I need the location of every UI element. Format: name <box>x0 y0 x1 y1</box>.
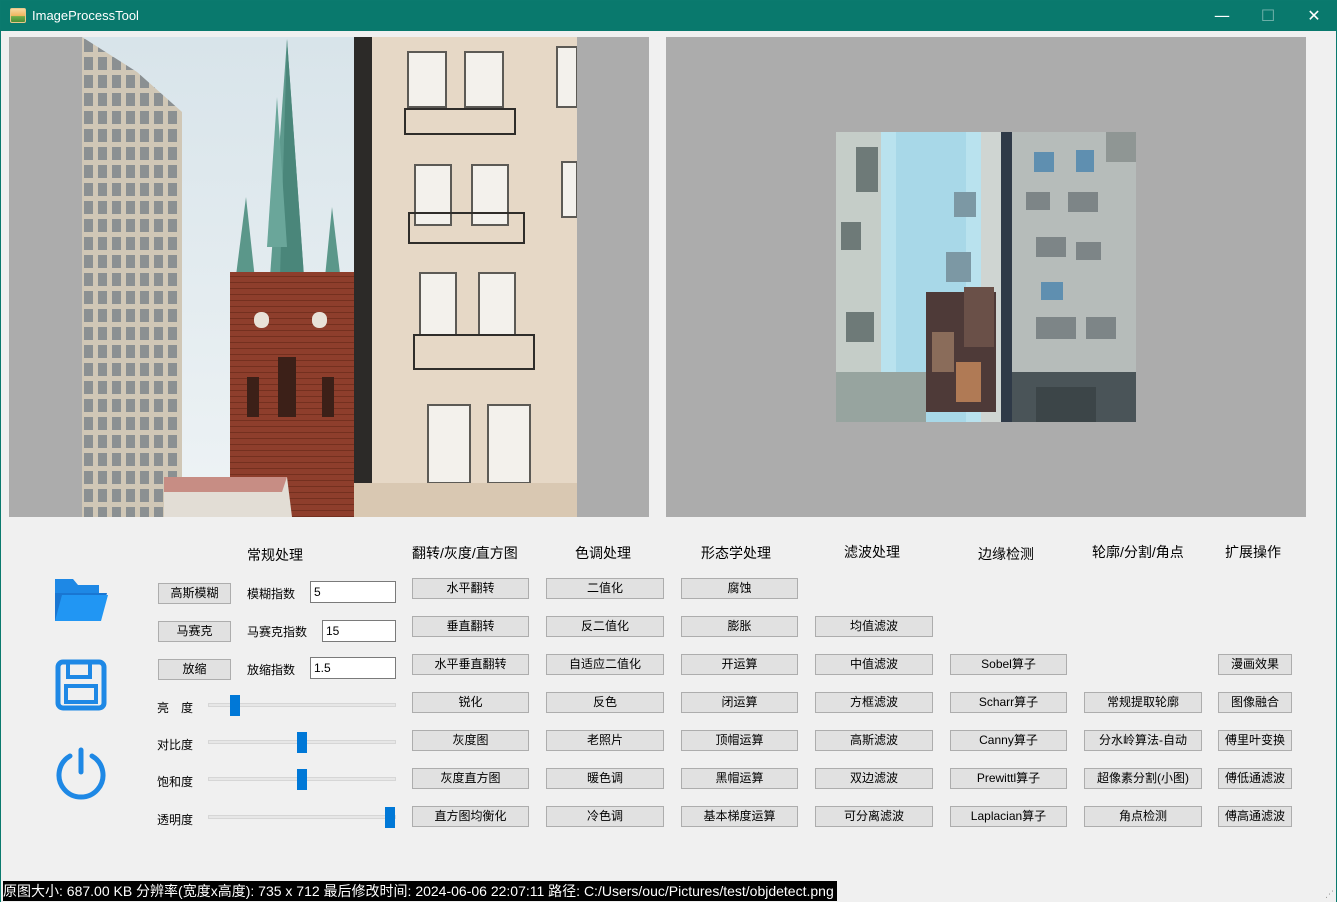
black-hat-button[interactable]: 黑帽运算 <box>681 768 798 789</box>
section-edge: 边缘检测 <box>978 546 1034 562</box>
window-title: ImageProcessTool <box>32 8 139 23</box>
sharpen-button[interactable]: 锐化 <box>412 692 529 713</box>
top-hat-button[interactable]: 顶帽运算 <box>681 730 798 751</box>
fourier-lowpass-button[interactable]: 傅低通滤波 <box>1218 768 1292 789</box>
scharr-button[interactable]: Scharr算子 <box>950 692 1067 713</box>
contrast-label: 对比度 <box>157 738 194 752</box>
section-extend: 扩展操作 <box>1225 544 1281 560</box>
saturation-slider-thumb[interactable] <box>297 769 307 790</box>
laplacian-button[interactable]: Laplacian算子 <box>950 806 1067 827</box>
source-image <box>82 37 577 517</box>
section-contour: 轮廓/分割/角点 <box>1092 544 1184 560</box>
gaussian-filter-button[interactable]: 高斯滤波 <box>815 730 933 751</box>
section-general: 常规处理 <box>247 547 303 563</box>
blur-index-input[interactable]: 5 <box>310 581 396 603</box>
resize-grip-icon[interactable]: ⋰ <box>1325 890 1334 900</box>
app-window: ImageProcessTool — ☐ ✕ 常规处理 翻转/灰度/直方图 色调… <box>0 0 1337 902</box>
section-tone: 色调处理 <box>575 545 631 561</box>
warm-tone-button[interactable]: 暖色调 <box>546 768 664 789</box>
opacity-slider[interactable] <box>208 807 396 828</box>
saturation-slider[interactable] <box>208 769 396 790</box>
scale-index-label: 放缩指数 <box>247 663 296 677</box>
canny-button[interactable]: Canny算子 <box>950 730 1067 751</box>
prewitt-button[interactable]: Prewittl算子 <box>950 768 1067 789</box>
gaussian-blur-button[interactable]: 高斯模糊 <box>158 583 231 604</box>
closing-button[interactable]: 闭运算 <box>681 692 798 713</box>
superpixel-button[interactable]: 超像素分割(小图) <box>1084 768 1202 789</box>
grayscale-button[interactable]: 灰度图 <box>412 730 529 751</box>
section-filter: 滤波处理 <box>844 544 900 560</box>
folder-open-icon[interactable] <box>53 573 109 623</box>
old-photo-button[interactable]: 老照片 <box>546 730 664 751</box>
opening-button[interactable]: 开运算 <box>681 654 798 675</box>
mosaic-button[interactable]: 马赛克 <box>158 621 231 642</box>
minimize-button[interactable]: — <box>1199 1 1245 31</box>
sobel-button[interactable]: Sobel算子 <box>950 654 1067 675</box>
maximize-button[interactable]: ☐ <box>1245 1 1291 31</box>
fourier-transform-button[interactable]: 傅里叶变换 <box>1218 730 1292 751</box>
watershed-button[interactable]: 分水岭算法-自动 <box>1084 730 1202 751</box>
flip-both-button[interactable]: 水平垂直翻转 <box>412 654 529 675</box>
status-text: 原图大小: 687.00 KB 分辨率(宽度x高度): 735 x 712 最后… <box>3 881 837 901</box>
erode-button[interactable]: 腐蚀 <box>681 578 798 599</box>
image-blend-button[interactable]: 图像融合 <box>1218 692 1292 713</box>
close-button[interactable]: ✕ <box>1291 1 1337 31</box>
bilateral-filter-button[interactable]: 双边滤波 <box>815 768 933 789</box>
flip-horizontal-button[interactable]: 水平翻转 <box>412 578 529 599</box>
dilate-button[interactable]: 膨胀 <box>681 616 798 637</box>
fourier-highpass-button[interactable]: 傅高通滤波 <box>1218 806 1292 827</box>
corner-detect-button[interactable]: 角点检测 <box>1084 806 1202 827</box>
status-bar: 原图大小: 687.00 KB 分辨率(宽度x高度): 735 x 712 最后… <box>1 881 1336 902</box>
extract-contour-button[interactable]: 常规提取轮廓 <box>1084 692 1202 713</box>
opacity-slider-thumb[interactable] <box>385 807 395 828</box>
contrast-slider[interactable] <box>208 732 396 753</box>
histogram-equalize-button[interactable]: 直方图均衡化 <box>412 806 529 827</box>
opacity-label: 透明度 <box>157 813 194 827</box>
result-image <box>836 132 1136 422</box>
inverse-binarize-button[interactable]: 反二值化 <box>546 616 664 637</box>
scale-index-input[interactable]: 1.5 <box>310 657 396 679</box>
gray-histogram-button[interactable]: 灰度直方图 <box>412 768 529 789</box>
flip-vertical-button[interactable]: 垂直翻转 <box>412 616 529 637</box>
section-flip-gray-hist: 翻转/灰度/直方图 <box>412 545 518 561</box>
binarize-button[interactable]: 二值化 <box>546 578 664 599</box>
brightness-slider-thumb[interactable] <box>230 695 241 716</box>
separable-filter-button[interactable]: 可分离滤波 <box>815 806 933 827</box>
saturation-label: 饱和度 <box>157 775 194 789</box>
section-morphology: 形态学处理 <box>701 545 771 561</box>
cool-tone-button[interactable]: 冷色调 <box>546 806 664 827</box>
power-icon[interactable] <box>54 746 108 800</box>
title-bar: ImageProcessTool — ☐ ✕ <box>1 1 1337 31</box>
contrast-slider-thumb[interactable] <box>297 732 307 753</box>
save-icon[interactable] <box>55 659 107 711</box>
scale-button[interactable]: 放缩 <box>158 659 231 680</box>
cartoon-effect-button[interactable]: 漫画效果 <box>1218 654 1292 675</box>
adaptive-binarize-button[interactable]: 自适应二值化 <box>546 654 664 675</box>
result-image-panel <box>666 37 1306 517</box>
brightness-label: 亮 度 <box>157 701 194 715</box>
blur-index-label: 模糊指数 <box>247 587 296 601</box>
app-icon <box>10 8 26 23</box>
source-image-panel <box>9 37 649 517</box>
mosaic-index-input[interactable]: 15 <box>322 620 396 642</box>
mean-filter-button[interactable]: 均值滤波 <box>815 616 933 637</box>
morph-gradient-button[interactable]: 基本梯度运算 <box>681 806 798 827</box>
mosaic-index-label: 马赛克指数 <box>247 625 308 639</box>
box-filter-button[interactable]: 方框滤波 <box>815 692 933 713</box>
brightness-slider[interactable] <box>208 695 396 716</box>
invert-color-button[interactable]: 反色 <box>546 692 664 713</box>
median-filter-button[interactable]: 中值滤波 <box>815 654 933 675</box>
